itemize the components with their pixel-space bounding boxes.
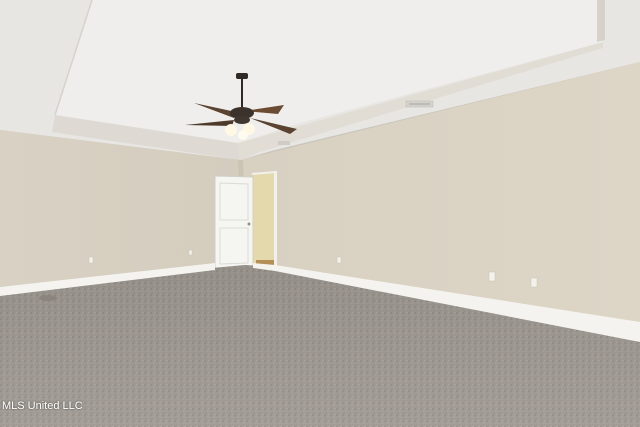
- hallway-opening: [253, 172, 275, 268]
- floor-vent: [39, 295, 57, 301]
- ceiling-vent: [405, 100, 434, 108]
- door-frame-right: [274, 171, 277, 268]
- white-door: [214, 175, 254, 271]
- room-illustration: [0, 0, 640, 427]
- wall-outlet: [488, 271, 496, 282]
- wall-outlet: [530, 277, 538, 288]
- fan-light: [225, 124, 237, 136]
- wall-outlet: [88, 256, 94, 264]
- empty-room-photo: MLS United LLC: [0, 0, 640, 427]
- tray-ceiling-ledge-top: [597, 0, 605, 42]
- wall-outlet: [336, 256, 342, 264]
- watermark: MLS United LLC: [2, 400, 83, 412]
- wall-outlet: [188, 249, 193, 256]
- fan-light: [238, 130, 248, 140]
- ceiling-vent: [278, 141, 290, 145]
- door-knob: [247, 222, 251, 226]
